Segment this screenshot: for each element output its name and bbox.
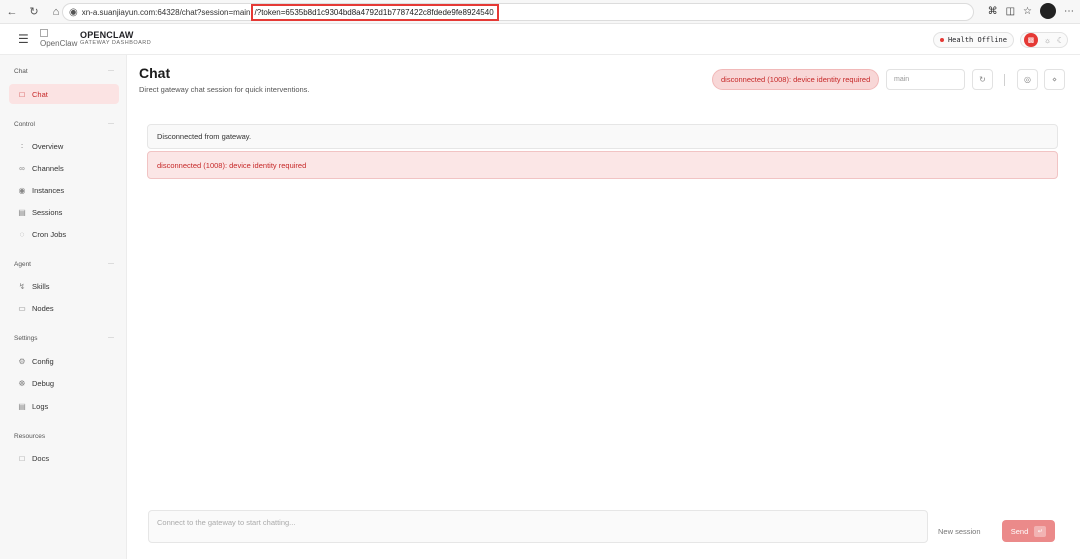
favorites-icon[interactable]: ☆	[1023, 6, 1032, 17]
app-header: ☰ OpenClaw OPENCLAW GATEWAY DASHBOARD He…	[0, 24, 1080, 55]
browser-toolbar: ← ↻ ⌂ ◉ xn-a.suanjiayun.com:64328/chat?s…	[0, 0, 1080, 24]
sidebar: Chat — □ Chat Control — ∶ Overview ∞ Channels…	[0, 55, 127, 559]
focus-icon: ⋄	[1051, 75, 1057, 84]
focus-mode-button[interactable]: ⋄	[1044, 69, 1065, 90]
moon-icon[interactable]: ☾	[1057, 36, 1064, 45]
health-label: Health	[947, 36, 974, 44]
extensions-icon[interactable]: ⌘	[988, 6, 998, 17]
broadcast-icon: ◉	[18, 185, 26, 195]
sidebar-item-config[interactable]: ⚙ Config	[9, 351, 119, 371]
sidebar-item-instances[interactable]: ◉ Instances	[9, 180, 119, 200]
sidebar-item-nodes[interactable]: ▭ Nodes	[9, 298, 119, 318]
sidebar-item-skills[interactable]: ↯ Skills	[9, 276, 119, 296]
page-title: Chat	[139, 65, 171, 81]
brand: OPENCLAW GATEWAY DASHBOARD	[80, 31, 151, 47]
health-badge: Health Offline	[932, 32, 1014, 48]
message-input[interactable]: Connect to the gateway to start chatting…	[148, 510, 928, 543]
refresh-icon: ↻	[979, 75, 986, 84]
sidebar-item-logs[interactable]: ▤ Logs	[9, 396, 119, 416]
sidebar-item-cron-jobs[interactable]: ◌ Cron Jobs	[9, 224, 119, 244]
broken-image-icon	[40, 29, 48, 37]
more-icon[interactable]: ⋯	[1064, 6, 1074, 17]
section-header-chat[interactable]: Chat —	[14, 68, 114, 75]
split-screen-icon[interactable]: ◫	[1006, 6, 1015, 17]
toolbar-divider	[1004, 74, 1005, 86]
browser-actions: ⌘ ◫ ☆ ⋯	[988, 3, 1074, 19]
chevron-icon: —	[108, 261, 114, 267]
brand-name: OPENCLAW	[80, 30, 134, 41]
main-content: Chat Direct gateway chat session for qui…	[127, 55, 1080, 559]
new-session-button[interactable]: New session	[934, 521, 985, 541]
error-callout: disconnected (1008): device identity req…	[147, 151, 1058, 179]
globe-icon: ◉	[69, 6, 78, 18]
refresh-button[interactable]: ↻	[972, 69, 993, 90]
link-icon: ∞	[19, 163, 25, 173]
sun-icon[interactable]: ☼	[1044, 36, 1051, 45]
chevron-icon: —	[108, 335, 114, 341]
chat-bubble-icon: □	[19, 89, 25, 99]
back-icon[interactable]: ←	[2, 2, 22, 22]
brain-icon: ◎	[1024, 75, 1031, 84]
chevron-icon: —	[108, 68, 114, 74]
chevron-icon: —	[108, 121, 114, 127]
sidebar-item-channels[interactable]: ∞ Channels	[9, 158, 119, 178]
sidebar-item-overview[interactable]: ∶ Overview	[9, 136, 119, 156]
url-prefix: xn-a.suanjiayun.com:64328/chat?session=m…	[81, 7, 251, 17]
gear-icon: ⚙	[18, 356, 26, 366]
hamburger-menu-icon[interactable]: ☰	[18, 32, 30, 46]
section-header-resources: Resources	[14, 433, 46, 440]
page-subtitle: Direct gateway chat session for quick in…	[139, 85, 310, 94]
disconnected-notice: Disconnected from gateway.	[147, 124, 1058, 149]
url-token: /?token=6535b8d1c9304bd8a4792d1b7787422c…	[250, 3, 499, 21]
section-header-agent[interactable]: Agent —	[14, 261, 114, 268]
health-status: Offline	[977, 36, 1007, 44]
bug-icon: ☸	[18, 378, 26, 388]
reload-icon[interactable]: ↻	[24, 2, 44, 22]
section-header-settings[interactable]: Settings —	[14, 335, 114, 342]
sidebar-item-docs[interactable]: □ Docs	[9, 448, 119, 468]
address-bar[interactable]: ◉ xn-a.suanjiayun.com:64328/chat?session…	[62, 3, 974, 21]
session-input[interactable]: main	[886, 69, 965, 90]
sidebar-item-chat[interactable]: □ Chat	[9, 84, 119, 104]
brand-subtitle: GATEWAY DASHBOARD	[80, 40, 152, 47]
theme-toggle[interactable]: ▩ ☼ ☾	[1020, 32, 1068, 48]
section-header-control[interactable]: Control —	[14, 121, 114, 128]
logo-image: OpenClaw	[40, 29, 78, 49]
avatar[interactable]	[1040, 3, 1056, 19]
scroll-icon: ▤	[18, 401, 26, 411]
connection-error-badge: disconnected (1008): device identity req…	[712, 69, 880, 90]
monitor-icon: ▭	[18, 303, 26, 313]
sidebar-item-sessions[interactable]: ▤ Sessions	[9, 202, 119, 222]
logo-alt-text: OpenClaw	[40, 39, 78, 48]
document-icon: ▤	[18, 207, 26, 217]
enter-key-icon: ↵	[1034, 525, 1047, 537]
bar-chart-icon: ∶	[20, 141, 24, 151]
send-label: Send	[1010, 526, 1029, 536]
brain-button[interactable]: ◎	[1017, 69, 1038, 90]
bolt-icon: ↯	[18, 281, 26, 291]
status-dot-icon	[939, 38, 944, 42]
book-icon: □	[19, 453, 25, 463]
monitor-theme-icon[interactable]: ▩	[1023, 33, 1038, 47]
sidebar-item-debug[interactable]: ☸ Debug	[9, 373, 119, 393]
send-button[interactable]: Send ↵	[1002, 520, 1055, 542]
loader-icon: ◌	[19, 229, 25, 239]
